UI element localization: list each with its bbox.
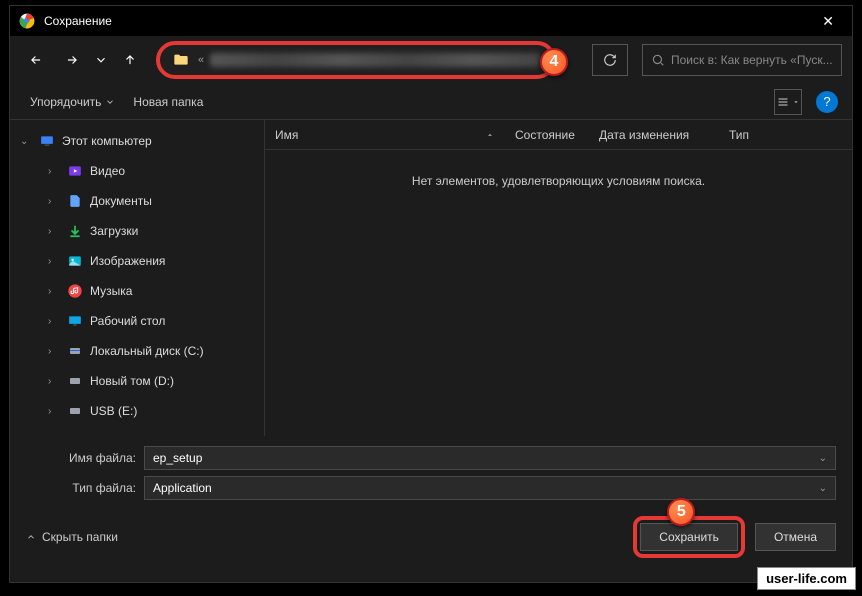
save-dialog: Сохранение ✕ « 4 Поиск в: Как вернуть «П… [9, 5, 853, 583]
chevron-right-icon: › [48, 166, 60, 177]
chevron-right-icon: › [48, 286, 60, 297]
video-icon [66, 163, 84, 179]
tree-item-usb-e[interactable]: ›USB (E:) [10, 396, 264, 426]
refresh-button[interactable] [592, 44, 628, 76]
address-bar[interactable]: « 4 [156, 41, 556, 79]
organize-button[interactable]: Упорядочить [24, 91, 121, 113]
close-button[interactable]: ✕ [812, 9, 844, 34]
file-list-area: Имя Состояние Дата изменения Тип Нет эле… [264, 120, 852, 436]
view-options-button[interactable] [774, 89, 802, 115]
filename-label: Имя файла: [26, 451, 144, 465]
search-icon [651, 53, 665, 67]
search-placeholder: Поиск в: Как вернуть «Пуск... [671, 53, 833, 67]
chevron-down-icon: ⌄ [819, 483, 827, 494]
cancel-button[interactable]: Отмена [755, 523, 836, 551]
chevron-right-icon: › [48, 346, 60, 357]
save-button-highlight: Сохранить 5 [633, 516, 745, 558]
empty-message: Нет элементов, удовлетворяющих условиям … [265, 150, 852, 188]
disk-icon [66, 373, 84, 389]
address-path-blurred [210, 53, 540, 67]
sort-asc-icon [485, 130, 495, 140]
tree-label: Этот компьютер [62, 134, 152, 148]
new-folder-button[interactable]: Новая папка [127, 91, 209, 113]
titlebar: Сохранение ✕ [10, 6, 852, 36]
chevron-down-icon [105, 97, 115, 107]
filetype-select[interactable]: Application⌄ [144, 476, 836, 500]
documents-icon [66, 193, 84, 209]
column-date[interactable]: Дата изменения [589, 128, 719, 142]
recent-dropdown[interactable] [92, 44, 110, 76]
tree-item-downloads[interactable]: ›Загрузки [10, 216, 264, 246]
navigation-bar: « 4 Поиск в: Как вернуть «Пуск... [10, 36, 852, 84]
chevron-right-icon: › [48, 376, 60, 387]
pc-icon [38, 133, 56, 149]
sidebar: ⌄ Этот компьютер ›Видео ›Документы ›Загр… [10, 120, 264, 436]
folder-icon [172, 52, 190, 68]
disk-icon [66, 343, 84, 359]
toolbar: Упорядочить Новая папка ? [10, 84, 852, 120]
tree-item-video[interactable]: ›Видео [10, 156, 264, 186]
downloads-icon [66, 223, 84, 239]
chevron-down-icon: ⌄ [819, 453, 827, 464]
window-title: Сохранение [44, 14, 812, 28]
app-icon [18, 12, 36, 30]
path-prefix: « [198, 54, 204, 66]
annotation-badge-5: 5 [667, 498, 695, 526]
back-button[interactable] [20, 44, 52, 76]
tree-item-desktop[interactable]: ›Рабочий стол [10, 306, 264, 336]
desktop-icon [66, 313, 84, 329]
pictures-icon [66, 253, 84, 269]
usb-icon [66, 403, 84, 419]
chevron-right-icon: › [48, 406, 60, 417]
help-button[interactable]: ? [816, 91, 838, 113]
tree-this-pc[interactable]: ⌄ Этот компьютер [10, 126, 264, 156]
filetype-label: Тип файла: [26, 481, 144, 495]
watermark: user-life.com [757, 567, 856, 590]
tree-item-disk-c[interactable]: ›Локальный диск (C:) [10, 336, 264, 366]
annotation-badge-4: 4 [540, 48, 568, 76]
bottom-panel: Имя файла: ep_setup⌄ Тип файла: Applicat… [10, 436, 852, 510]
expand-icon: ⌄ [20, 136, 32, 147]
column-type[interactable]: Тип [719, 128, 852, 142]
chevron-right-icon: › [48, 196, 60, 207]
filename-input[interactable]: ep_setup⌄ [144, 446, 836, 470]
body-area: ⌄ Этот компьютер ›Видео ›Документы ›Загр… [10, 120, 852, 436]
column-name[interactable]: Имя [265, 128, 505, 142]
chevron-right-icon: › [48, 316, 60, 327]
footer: Скрыть папки Сохранить 5 Отмена [10, 510, 852, 568]
tree-item-pictures[interactable]: ›Изображения [10, 246, 264, 276]
chevron-right-icon: › [48, 256, 60, 267]
column-state[interactable]: Состояние [505, 128, 589, 142]
music-icon [66, 283, 84, 299]
tree-item-music[interactable]: ›Музыка [10, 276, 264, 306]
up-button[interactable] [114, 44, 146, 76]
column-headers: Имя Состояние Дата изменения Тип [265, 120, 852, 150]
save-button[interactable]: Сохранить [640, 523, 738, 551]
hide-folders-toggle[interactable]: Скрыть папки [26, 530, 118, 544]
tree-item-disk-d[interactable]: ›Новый том (D:) [10, 366, 264, 396]
search-input[interactable]: Поиск в: Как вернуть «Пуск... [642, 44, 842, 76]
forward-button[interactable] [56, 44, 88, 76]
chevron-right-icon: › [48, 226, 60, 237]
tree-item-documents[interactable]: ›Документы [10, 186, 264, 216]
chevron-up-icon [26, 532, 36, 542]
